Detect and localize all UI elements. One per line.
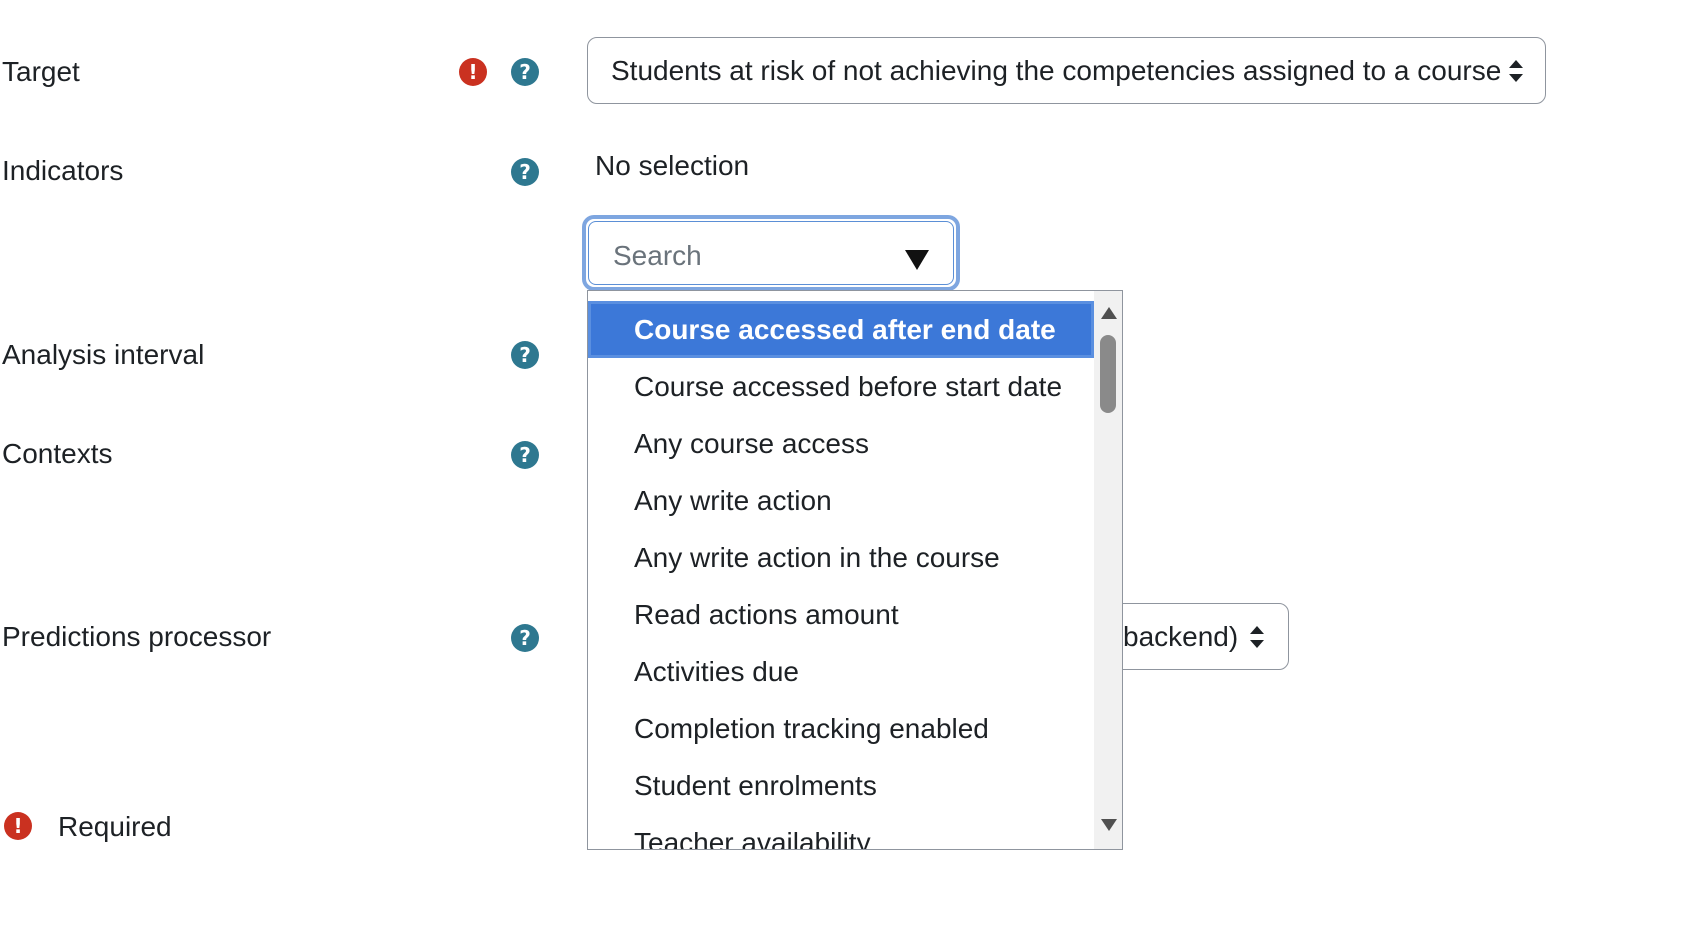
select-arrows-icon	[1250, 626, 1264, 648]
contexts-label: Contexts	[2, 438, 113, 469]
predictions-processor-label: Predictions processor	[2, 621, 272, 652]
required-label: Required	[58, 811, 172, 842]
list-item[interactable]: Read actions amount	[588, 586, 1094, 643]
list-item[interactable]: Any write action in the course	[588, 529, 1094, 586]
target-label: Target	[2, 56, 80, 87]
list-item[interactable]: Activities due	[588, 643, 1094, 700]
predictions-processor-help-icon[interactable]: ?	[511, 624, 539, 652]
predictions-processor-value: backend)	[1123, 621, 1239, 652]
analysis-interval-label: Analysis interval	[2, 339, 205, 370]
select-arrows-icon	[1509, 60, 1523, 82]
indicators-listbox[interactable]: Course accessed after end date Course ac…	[587, 290, 1123, 850]
scroll-down-arrow-icon[interactable]	[1101, 819, 1117, 831]
list-item[interactable]: Student enrolments	[588, 757, 1094, 814]
analysis-interval-help-icon[interactable]: ?	[511, 341, 539, 369]
listbox-scrollbar[interactable]	[1094, 291, 1122, 849]
scrollbar-thumb[interactable]	[1100, 335, 1116, 413]
search-inner-border	[588, 221, 954, 285]
list-item[interactable]: Course accessed before start date	[588, 358, 1094, 415]
target-select-value: Students at risk of not achieving the co…	[611, 55, 1502, 86]
target-select[interactable]: Students at risk of not achieving the co…	[587, 37, 1546, 104]
target-help-icon[interactable]: ?	[511, 58, 539, 86]
required-icon: !	[459, 58, 487, 86]
search-input[interactable]	[613, 240, 903, 272]
list-item[interactable]: Teacher availability	[588, 814, 1094, 849]
list-item[interactable]: Any course access	[588, 415, 1094, 472]
list-item[interactable]: Completion tracking enabled	[588, 700, 1094, 757]
indicators-help-icon[interactable]: ?	[511, 158, 539, 186]
scroll-up-arrow-icon[interactable]	[1101, 307, 1117, 319]
list-item[interactable]: Any write action	[588, 472, 1094, 529]
listbox-options: Course accessed after end date Course ac…	[588, 301, 1094, 849]
caret-down-icon[interactable]	[905, 250, 929, 270]
required-legend-icon: !	[4, 812, 32, 840]
indicators-search-field[interactable]	[582, 215, 960, 291]
indicators-label: Indicators	[2, 155, 124, 186]
contexts-help-icon[interactable]: ?	[511, 441, 539, 469]
list-item[interactable]: Course accessed after end date	[588, 301, 1094, 358]
indicators-selection-text: No selection	[595, 150, 750, 181]
